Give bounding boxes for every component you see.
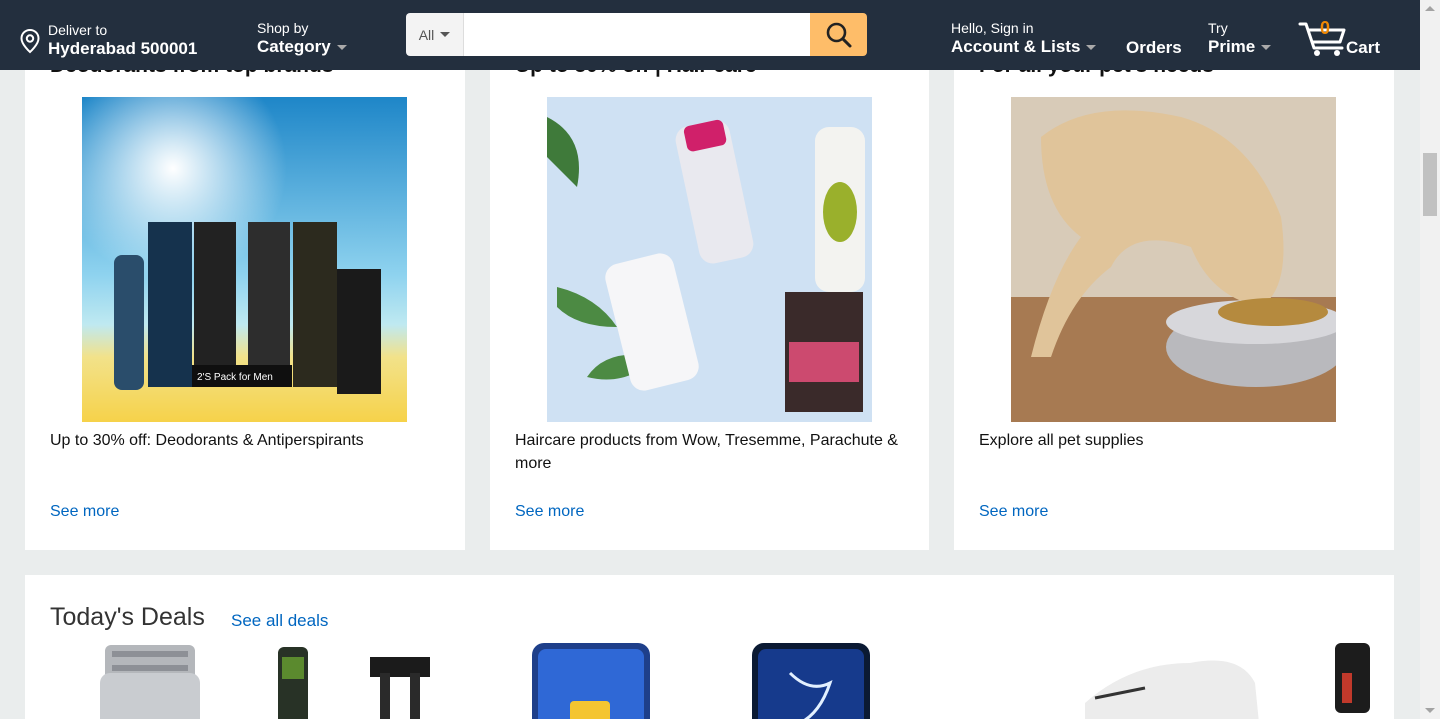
deal-item-smartphone <box>752 643 870 719</box>
see-more-link[interactable]: See more <box>979 503 1048 521</box>
search-input[interactable] <box>464 13 810 56</box>
vertical-scrollbar[interactable] <box>1420 0 1440 719</box>
search-category-select[interactable]: All <box>406 13 464 56</box>
try-prime-menu[interactable]: Try Prime <box>1208 20 1272 56</box>
deliver-to-location[interactable]: Deliver to Hyderabad 500001 <box>18 22 197 58</box>
see-more-link[interactable]: See more <box>50 503 119 521</box>
deliver-location-value: Hyderabad 500001 <box>48 39 198 58</box>
caret-down-icon <box>1086 45 1097 51</box>
orders-link[interactable]: Orders <box>1126 38 1182 57</box>
pet-supplies-image[interactable] <box>1011 97 1336 422</box>
scroll-up-arrow-icon[interactable] <box>1425 6 1435 11</box>
svg-text:2'S Pack for Men: 2'S Pack for Men <box>197 372 273 383</box>
top-nav-bar: Deliver to Hyderabad 500001 Shop by Cate… <box>0 0 1420 70</box>
location-pin-icon <box>20 28 40 54</box>
hello-sign-in-label: Hello, Sign in <box>951 20 1034 36</box>
scroll-down-arrow-icon[interactable] <box>1425 708 1435 713</box>
cart-button[interactable]: 0 Cart <box>1298 18 1388 58</box>
cart-count-badge: 0 <box>1320 18 1331 38</box>
caret-down-icon <box>336 45 347 51</box>
account-and-lists-menu[interactable]: Hello, Sign in Account & Lists <box>951 20 1097 56</box>
card-description: Up to 30% off: Deodorants & Antiperspira… <box>50 432 364 449</box>
prime-label: Prime <box>1208 37 1256 56</box>
caret-down-icon <box>440 32 451 37</box>
deal-item-product <box>1335 643 1370 713</box>
deal-item-smartphone <box>532 643 650 719</box>
search-category-value: All <box>418 26 435 43</box>
deal-item-sneaker <box>1085 660 1259 719</box>
shop-by-label: Shop by <box>257 20 309 36</box>
haircare-image[interactable] <box>547 97 872 422</box>
deliver-to-label: Deliver to <box>48 22 108 38</box>
deal-item-watch <box>100 645 200 719</box>
cart-label: Cart <box>1346 38 1381 57</box>
deal-item-trimmer <box>278 647 430 719</box>
see-all-deals-link[interactable]: See all deals <box>231 611 328 631</box>
card-deodorants: Deodorants from top brands 2'S Pack for … <box>25 50 465 550</box>
deals-carousel <box>50 643 1370 719</box>
card-description: Explore all pet supplies <box>979 432 1144 449</box>
account-lists-label: Account & Lists <box>951 37 1081 56</box>
section-title: Today's Deals <box>50 603 205 631</box>
card-pet-supplies: For all your pet's needs Explore all pet… <box>954 50 1394 550</box>
category-label: Category <box>257 37 331 56</box>
try-label: Try <box>1208 20 1228 36</box>
caret-down-icon <box>1261 45 1272 51</box>
see-more-link[interactable]: See more <box>515 503 584 521</box>
search-icon <box>826 22 851 47</box>
search-bar: All <box>406 13 867 56</box>
todays-deals-section: Today's Deals See all deals <box>25 575 1394 719</box>
search-button[interactable] <box>810 13 867 56</box>
deodorants-image[interactable]: 2'S Pack for Men <box>82 97 407 422</box>
card-description: Haircare products from Wow, Tresemme, Pa… <box>515 432 898 472</box>
scrollbar-thumb[interactable] <box>1423 153 1437 216</box>
card-haircare: Up to 50% off | Hair care Haircare produ… <box>490 50 929 550</box>
shop-by-category-menu[interactable]: Shop by Category <box>257 20 347 56</box>
